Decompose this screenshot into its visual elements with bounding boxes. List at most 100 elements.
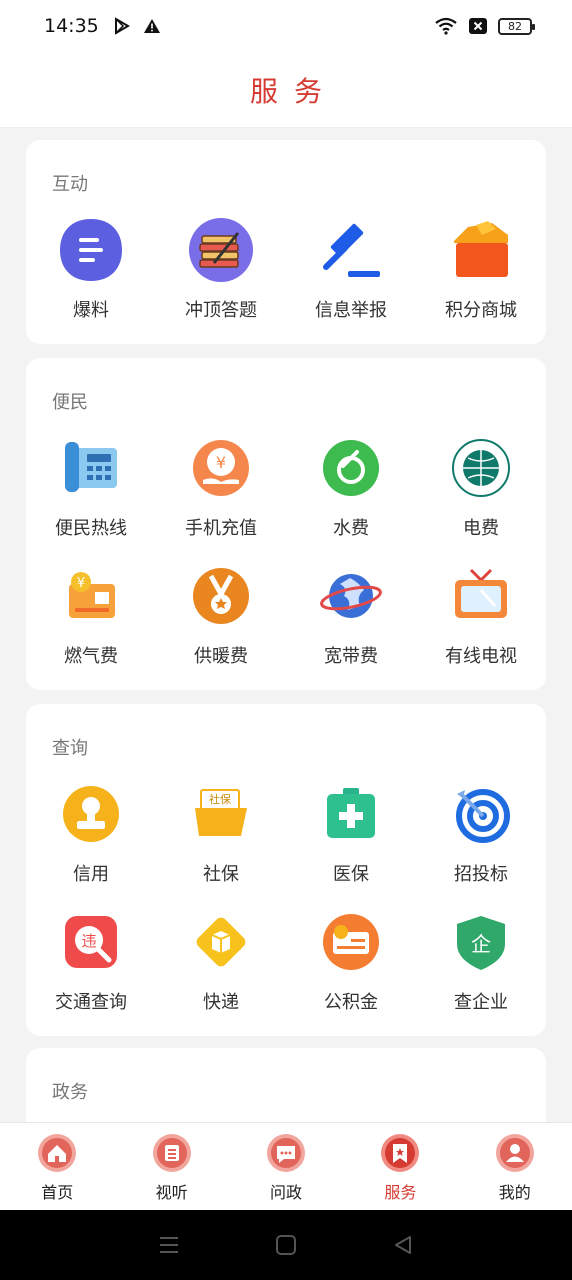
shield-icon: 企 [457, 916, 505, 970]
service-label: 爆料 [73, 300, 109, 321]
section-interact: 互动 爆料 冲顶答题 信息举报 积分商城 [26, 140, 546, 344]
gas-bill-icon: ¥ [69, 572, 115, 618]
gavel-icon [323, 223, 380, 277]
bottom-nav: 首页 视听 问政 服务 我的 [0, 1122, 572, 1210]
nav-mine[interactable]: 我的 [458, 1123, 572, 1210]
chat-icon [266, 1134, 305, 1172]
service-label: 水费 [333, 518, 369, 539]
medical-kit-icon [327, 788, 375, 838]
service-label: 快递 [203, 992, 239, 1013]
nav-media[interactable]: 视听 [114, 1123, 228, 1210]
wifi-icon [435, 17, 457, 35]
service-label: 便民热线 [55, 518, 127, 539]
section-title: 便民 [52, 392, 88, 413]
medal-icon [193, 568, 249, 624]
service-phone-recharge[interactable]: ¥ 手机充值 [156, 434, 286, 562]
books-quiz-icon [189, 218, 253, 282]
telephone-icon [65, 442, 117, 492]
service-active-icon [381, 1134, 420, 1172]
service-heating[interactable]: 供暖费 [156, 562, 286, 690]
sim-off-icon [469, 18, 487, 34]
service-gas[interactable]: ¥ 燃气费 [26, 562, 156, 690]
service-electricity[interactable]: 电费 [416, 434, 546, 562]
user-icon [495, 1134, 534, 1172]
video-list-icon [152, 1134, 191, 1172]
status-time: 14:35 [44, 15, 99, 37]
shop-box-icon [454, 221, 508, 277]
battery-indicator: 82 [498, 17, 535, 35]
service-label: 手机充值 [185, 518, 257, 539]
page-title: 服务 [249, 74, 338, 108]
section-title: 政务 [52, 1082, 88, 1103]
nav-inquiry[interactable]: 问政 [229, 1123, 343, 1210]
home-icon [38, 1134, 77, 1172]
svg-text:¥: ¥ [77, 576, 85, 591]
package-icon [196, 917, 246, 967]
stamp-icon [63, 786, 119, 842]
service-label: 招投标 [454, 864, 508, 885]
service-label: 社保 [203, 864, 239, 885]
service-social-security[interactable]: 社保 社保 [156, 780, 286, 908]
svg-text:¥: ¥ [216, 453, 226, 472]
page-header: 服务 [0, 52, 572, 128]
nav-label: 我的 [498, 1183, 531, 1202]
violation-label: 违 [81, 932, 96, 950]
section-query: 查询 信用 社保 社保 医保 招投标 违 交通查询 快递 公积金 企 查企业 [26, 704, 546, 1036]
service-label: 交通查询 [55, 992, 127, 1013]
section-title: 查询 [52, 738, 88, 759]
globe-icon [320, 574, 382, 618]
nav-label: 服务 [384, 1183, 417, 1202]
service-express[interactable]: 快递 [156, 908, 286, 1036]
warning-icon [143, 19, 160, 33]
service-label: 燃气费 [64, 646, 118, 667]
service-enterprise[interactable]: 企 查企业 [416, 908, 546, 1036]
service-hotline[interactable]: 便民热线 [26, 434, 156, 562]
service-broadband[interactable]: 宽带费 [286, 562, 416, 690]
service-water[interactable]: 水费 [286, 434, 416, 562]
back-icon[interactable] [392, 1234, 414, 1256]
service-baoliao[interactable]: 爆料 [26, 216, 156, 344]
service-report[interactable]: 信息举报 [286, 216, 416, 344]
status-bar: 14:35 82 [0, 0, 572, 52]
message-blob-icon [60, 219, 122, 281]
nav-label: 视听 [155, 1183, 188, 1202]
tv-icon [455, 568, 507, 618]
service-label: 积分商城 [445, 300, 517, 321]
section-title: 互动 [52, 174, 88, 195]
nav-service[interactable]: 服务 [343, 1123, 457, 1210]
service-label: 信息举报 [315, 300, 387, 321]
folder-icon: 社保 [195, 789, 247, 836]
water-drop-icon [323, 440, 379, 496]
nav-label: 首页 [41, 1183, 74, 1202]
yuan-coin-icon: ¥ [193, 440, 249, 496]
target-icon [456, 789, 510, 843]
folder-label: 社保 [209, 792, 231, 806]
service-label: 医保 [333, 864, 369, 885]
service-label: 有线电视 [445, 646, 517, 667]
menu-icon[interactable] [158, 1235, 180, 1255]
system-nav-bar [0, 1210, 572, 1280]
enterprise-label: 企 [471, 932, 491, 956]
service-label: 宽带费 [324, 646, 378, 667]
service-label: 公积金 [324, 992, 378, 1013]
state-grid-icon [452, 439, 510, 497]
nav-home[interactable]: 首页 [0, 1123, 114, 1210]
play-store-icon [114, 17, 130, 35]
service-credit[interactable]: 信用 [26, 780, 156, 908]
home-square-icon[interactable] [275, 1234, 297, 1256]
service-quiz[interactable]: 冲顶答题 [156, 216, 286, 344]
service-label: 冲顶答题 [185, 300, 257, 321]
service-points-mall[interactable]: 积分商城 [416, 216, 546, 344]
service-cable-tv[interactable]: 有线电视 [416, 562, 546, 690]
service-label: 查企业 [454, 992, 508, 1013]
section-convenience: 便民 便民热线 ¥ 手机充值 水费 电费 ¥ 燃气费 供暖费 宽带费 有线电视 [26, 358, 546, 690]
service-bidding[interactable]: 招投标 [416, 780, 546, 908]
service-label: 供暖费 [194, 646, 248, 667]
service-housing-fund[interactable]: 公积金 [286, 908, 416, 1036]
service-label: 电费 [463, 518, 499, 539]
fund-card-icon [323, 914, 379, 970]
violation-search-icon: 违 [65, 916, 117, 968]
nav-label: 问政 [269, 1183, 302, 1202]
service-medical-insurance[interactable]: 医保 [286, 780, 416, 908]
service-traffic-query[interactable]: 违 交通查询 [26, 908, 156, 1036]
